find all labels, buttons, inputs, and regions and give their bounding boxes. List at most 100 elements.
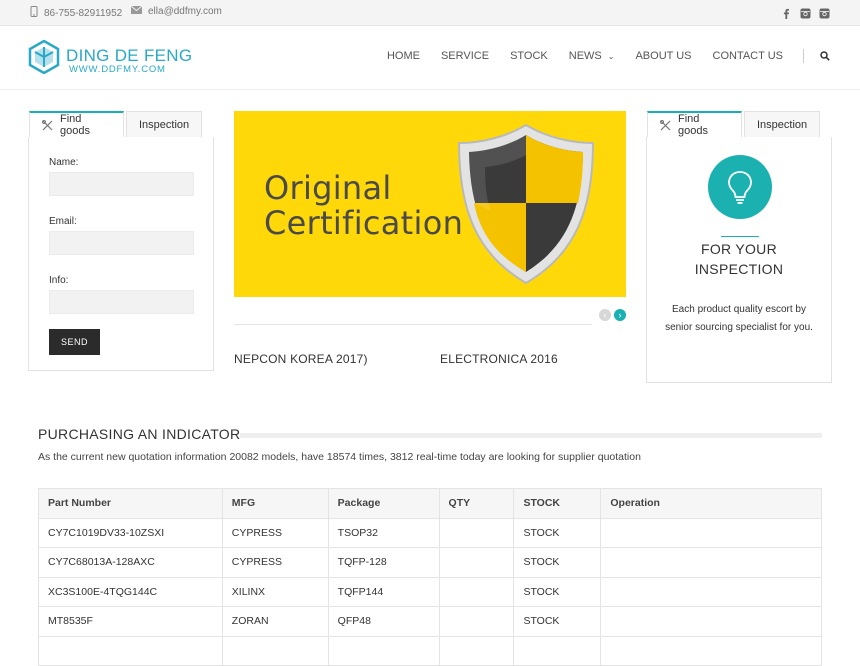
send-button[interactable]: SEND: [49, 329, 101, 355]
news-link[interactable]: NEPCON KOREA 2017): [234, 352, 368, 366]
nav-about-us[interactable]: ABOUT US: [635, 50, 691, 62]
site-header: DING DE FENG WWW.DDFMY.COM HOME SERVICE …: [0, 26, 860, 90]
slide-title-line2: Certification: [264, 204, 464, 242]
stock-cell: STOCK: [513, 517, 602, 548]
email-label: Email:: [49, 216, 77, 227]
section-title: PURCHASING AN INDICATOR: [38, 426, 241, 442]
facebook-icon[interactable]: [781, 6, 792, 19]
tab-inspection[interactable]: Inspection: [126, 111, 202, 137]
next-arrow-icon[interactable]: ›: [614, 309, 626, 321]
tab-label: Find goods: [60, 113, 90, 137]
qty-cell: [438, 576, 515, 607]
chevron-down-icon: ⌄: [607, 52, 615, 61]
mfg-cell: CYPRESS: [221, 517, 329, 548]
brand-url: WWW.DDFMY.COM: [69, 64, 166, 75]
tab-label: Inspection: [139, 118, 190, 131]
mfg-cell: [221, 635, 329, 666]
nav-news[interactable]: NEWS ⌄: [569, 50, 615, 62]
col-stock: STOCK: [513, 488, 602, 519]
inspection-description: Each product quality escort by senior so…: [665, 304, 813, 333]
table-row[interactable]: XC3S100E-4TQG144C XILINX TQFP144 STOCK: [38, 576, 822, 607]
inspection-title-line2: INSPECTION: [694, 261, 784, 277]
nav-stock[interactable]: STOCK: [510, 50, 548, 62]
tools-icon: [42, 119, 53, 131]
email-address: ella@ddfmy.com: [148, 6, 222, 17]
col-package: Package: [327, 488, 440, 519]
table-header-row: Part Number MFG Package QTY STOCK Operat…: [38, 488, 822, 519]
main-nav: HOME SERVICE STOCK NEWS ⌄ ABOUT US CONTAC…: [366, 49, 830, 63]
info-label: Info:: [49, 275, 69, 286]
package-cell: TQFP144: [327, 576, 440, 607]
tab-find-goods[interactable]: Find goods: [29, 111, 124, 137]
stock-cell: STOCK: [513, 606, 602, 637]
mfg-cell: ZORAN: [221, 606, 329, 637]
table-row[interactable]: MT8535F ZORAN QFP48 STOCK: [38, 606, 822, 637]
operation-cell[interactable]: [600, 517, 822, 548]
package-cell: [327, 635, 440, 666]
search-icon[interactable]: [820, 51, 830, 61]
tab-label: Find goods: [678, 113, 708, 137]
slide-title-line1: Original: [264, 169, 392, 207]
tab-find-goods[interactable]: Find goods: [647, 111, 742, 137]
table-row[interactable]: [38, 635, 822, 666]
part-number-cell: [38, 635, 223, 666]
mail-icon: [130, 5, 143, 17]
operation-cell[interactable]: [600, 606, 822, 637]
operation-cell[interactable]: [600, 635, 822, 666]
name-label: Name:: [49, 157, 79, 168]
slider-divider: [234, 324, 592, 325]
nav-service[interactable]: SERVICE: [441, 50, 489, 62]
tools-icon: [660, 119, 671, 131]
qty-cell: [438, 547, 515, 578]
news-link[interactable]: ELECTRONICA 2016: [440, 352, 558, 366]
phone-icon: [30, 6, 38, 20]
top-bar: 86-755-82911952 ella@ddfmy.com: [0, 0, 860, 26]
operation-cell[interactable]: [600, 576, 822, 607]
mfg-cell: CYPRESS: [221, 547, 329, 578]
info-field[interactable]: [49, 290, 194, 314]
inspection-title-line1: FOR YOUR: [700, 241, 778, 257]
email-field[interactable]: [49, 231, 194, 255]
col-qty: QTY: [438, 488, 515, 519]
widget-tabs: Find goods Inspection: [647, 111, 822, 137]
tab-label: Inspection: [757, 118, 808, 131]
inquiry-form: Name: Email: Info: SEND: [49, 157, 194, 355]
mfg-cell: XILINX: [221, 576, 329, 607]
part-number-cell: CY7C68013A-128AXC: [38, 547, 223, 578]
hero-slider[interactable]: Original Certification: [234, 111, 626, 297]
col-operation: Operation: [600, 488, 822, 519]
phone-contact: 86-755-82911952: [30, 6, 122, 20]
package-cell: TSOP32: [327, 517, 440, 548]
part-number-cell: CY7C1019DV33-10ZSXI: [38, 517, 223, 548]
tab-inspection[interactable]: Inspection: [744, 111, 820, 137]
name-field[interactable]: [49, 172, 194, 196]
qty-cell: [438, 517, 515, 548]
col-mfg: MFG: [221, 488, 329, 519]
inspection-title: FOR YOUR INSPECTION: [647, 239, 831, 279]
phone-number: 86-755-82911952: [44, 7, 123, 19]
instagram-icon[interactable]: [819, 6, 830, 19]
package-cell: QFP48: [327, 606, 440, 637]
stock-cell: [513, 635, 602, 666]
logo-icon[interactable]: [27, 39, 61, 75]
nav-divider: [803, 49, 804, 63]
brand-name[interactable]: DING DE FENG: [66, 46, 192, 66]
instagram-icon[interactable]: [800, 6, 811, 19]
email-contact: ella@ddfmy.com: [130, 5, 222, 17]
section-description: As the current new quotation information…: [38, 451, 641, 463]
accent-line: [721, 236, 759, 237]
table-row[interactable]: CY7C1019DV33-10ZSXI CYPRESS TSOP32 STOCK: [38, 517, 822, 548]
shield-icon: [457, 123, 595, 285]
stock-cell: STOCK: [513, 576, 602, 607]
table-row[interactable]: CY7C68013A-128AXC CYPRESS TQFP-128 STOCK: [38, 547, 822, 578]
nav-contact-us[interactable]: CONTACT US: [713, 50, 784, 62]
section-rule: [240, 433, 822, 438]
qty-cell: [438, 635, 515, 666]
social-links: [781, 6, 830, 19]
part-number-cell: MT8535F: [38, 606, 223, 637]
prev-arrow-icon[interactable]: ‹: [599, 309, 611, 321]
operation-cell[interactable]: [600, 547, 822, 578]
nav-news-label: NEWS: [568, 50, 602, 62]
inspection-widget: Find goods Inspection FOR YOUR INSPECTIO…: [646, 111, 832, 383]
nav-home[interactable]: HOME: [387, 50, 420, 62]
